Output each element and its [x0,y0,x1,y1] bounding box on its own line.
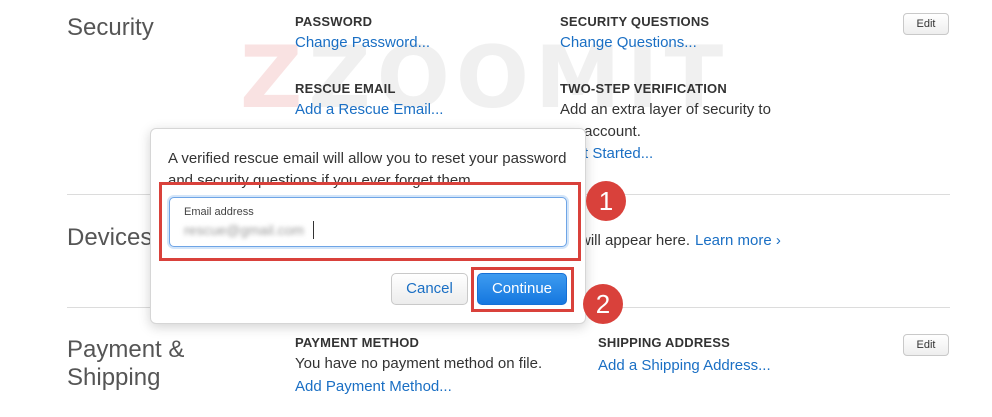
change-password-link[interactable]: Change Password... [295,34,430,51]
add-payment-method-link[interactable]: Add Payment Method... [295,378,452,395]
devices-description: will appear here. [580,232,691,249]
step-2-badge: 2 [583,284,623,324]
payment-method-description: You have no payment method on file. [295,355,543,372]
highlight-box-continue [471,267,574,312]
two-step-label: TWO-STEP VERIFICATION [560,81,727,96]
highlight-box-email [159,182,581,261]
add-shipping-address-link[interactable]: Add a Shipping Address... [598,357,771,374]
step-1-badge: 1 [586,181,626,221]
learn-more-link[interactable]: Learn more › [695,232,781,249]
change-questions-link[interactable]: Change Questions... [560,34,697,51]
shipping-address-label: SHIPPING ADDRESS [598,335,731,350]
payment-section-title-line1: Payment & [67,336,185,363]
get-started-link[interactable]: t Started... [584,145,653,162]
two-step-description-line1: Add an extra layer of security to [560,101,771,118]
payment-section-title-line2: Shipping [67,364,161,391]
password-label: PASSWORD [295,14,373,29]
security-edit-button[interactable]: Edit [903,13,949,35]
cancel-button[interactable]: Cancel [391,273,468,305]
add-rescue-email-link[interactable]: Add a Rescue Email... [295,101,443,118]
security-questions-label: SECURITY QUESTIONS [560,14,710,29]
devices-section-title: Devices [67,224,153,251]
payment-method-label: PAYMENT METHOD [295,335,420,350]
security-section-title: Security [67,14,154,41]
rescue-email-label: RESCUE EMAIL [295,81,396,96]
payment-edit-button[interactable]: Edit [903,334,949,356]
